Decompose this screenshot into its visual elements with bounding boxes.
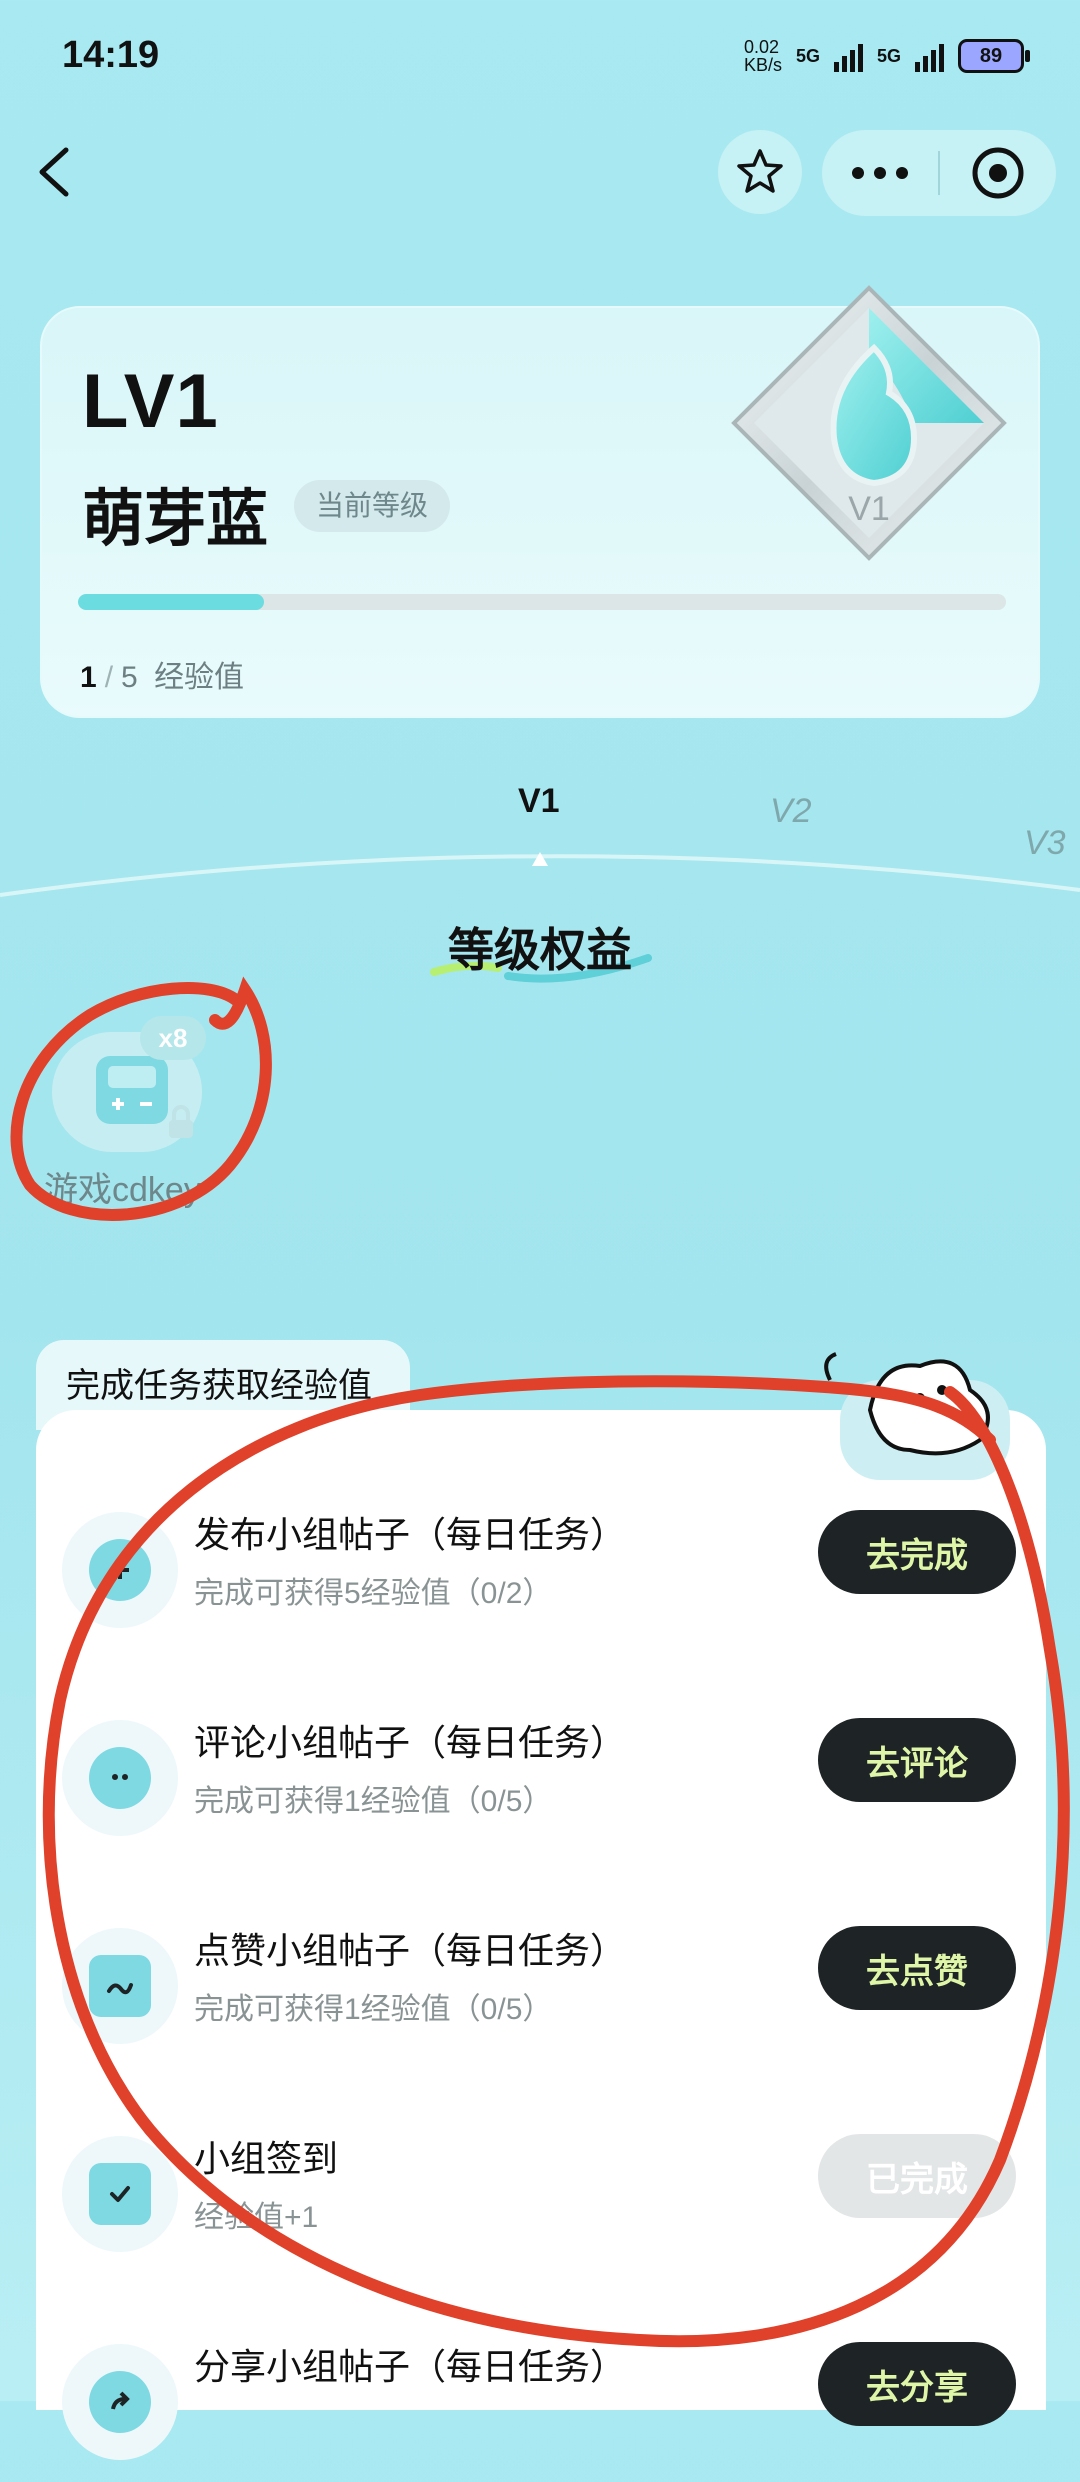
task-description: 完成可获得1经验值（0/5） [194, 1993, 553, 2026]
like-icon [89, 1955, 151, 2017]
task-go-button[interactable]: 去分享 [818, 2342, 1016, 2426]
task-title: 发布小组帖子（每日任务） [194, 1514, 627, 1555]
benefits-title: 等级权益 [448, 924, 632, 976]
task-description: 完成可获得1经验值（0/5） [194, 1785, 553, 1818]
task-row-comment: 评论小组帖子（每日任务） 完成可获得1经验值（0/5） 去评论 [62, 1708, 1042, 1858]
benefit-label: 游戏cdkey [44, 1171, 201, 1209]
task-row-share: 分享小组帖子（每日任务） 去分享 [62, 2332, 1042, 2482]
task-title: 点赞小组帖子（每日任务） [194, 1930, 627, 1971]
signal-icon [833, 40, 863, 72]
exp-progress-fill [78, 594, 264, 610]
battery-icon: 89 [958, 39, 1030, 73]
signal-icon [915, 40, 944, 72]
task-done-button[interactable]: 已完成 [818, 2134, 1016, 2218]
task-description: 完成可获得5经验值（0/2） [194, 1577, 553, 1610]
current-level-badge: 当前等级 [294, 480, 451, 532]
mascot-illustration [824, 1352, 1010, 1480]
network-type-2: 5G [876, 45, 901, 66]
benefit-item-game-cdkey[interactable]: x8 游戏cdkey [44, 1012, 264, 1212]
back-button[interactable] [28, 140, 88, 204]
favorite-button[interactable] [718, 130, 802, 214]
task-row-checkin: 小组签到 经验值+1 已完成 [62, 2124, 1042, 2274]
track-level-v2[interactable]: V2 [770, 792, 812, 831]
task-title: 分享小组帖子（每日任务） [194, 2346, 627, 2387]
close-miniprogram-button[interactable] [940, 130, 1056, 216]
lock-icon [169, 1105, 193, 1138]
exp-readout: 1/5 经验值 [80, 661, 245, 694]
task-icon-bg [62, 1928, 178, 2044]
task-go-button[interactable]: 去完成 [818, 1510, 1016, 1594]
task-go-button[interactable]: 去评论 [818, 1718, 1016, 1802]
star-icon [737, 149, 783, 193]
gem-level-label: V1 [848, 490, 890, 528]
calendar-check-icon [89, 2163, 151, 2225]
plus-icon [89, 1539, 151, 1601]
level-card: LV1 萌芽蓝 当前等级 1/5 经验值 V1 [40, 285, 1040, 718]
track-level-v3[interactable]: V3 [1024, 824, 1066, 863]
task-title: 评论小组帖子（每日任务） [194, 1722, 627, 1763]
task-title: 小组签到 [194, 2138, 339, 2179]
level-code: LV1 [82, 359, 219, 444]
share-icon [89, 2371, 151, 2433]
chevron-left-icon [39, 147, 69, 197]
level-name: 萌芽蓝 [82, 485, 269, 554]
menu-capsule [822, 130, 1056, 216]
task-icon-bg [62, 1720, 178, 1836]
task-icon-bg [62, 2136, 178, 2252]
network-type-1: 5G [795, 45, 820, 66]
task-icon-bg [62, 1512, 178, 1628]
status-time: 14:19 [62, 34, 160, 76]
task-description: 经验值+1 [194, 2201, 319, 2234]
more-button[interactable] [822, 130, 938, 216]
task-row-like: 点赞小组帖子（每日任务） 完成可获得1经验值（0/5） 去点赞 [62, 1916, 1042, 2066]
benefit-count-badge: x8 [140, 1016, 206, 1060]
status-indicators: 0.02 KB/s 5G 5G 89 [743, 37, 1030, 75]
target-icon [972, 147, 1024, 199]
track-level-v1[interactable]: V1 [518, 782, 560, 821]
comment-icon [89, 1747, 151, 1809]
more-dots-icon [852, 167, 908, 179]
tasks-tab-label: 完成任务获取经验值 [66, 1367, 372, 1405]
exp-progress-bar [78, 594, 1006, 610]
task-icon-bg [62, 2344, 178, 2460]
network-speed: 0.02 KB/s [743, 37, 782, 75]
task-row-post: 发布小组帖子（每日任务） 完成可获得5经验值（0/2） 去完成 [62, 1500, 1042, 1650]
level-gem-icon: V1 [731, 285, 1007, 561]
task-go-button[interactable]: 去点赞 [818, 1926, 1016, 2010]
